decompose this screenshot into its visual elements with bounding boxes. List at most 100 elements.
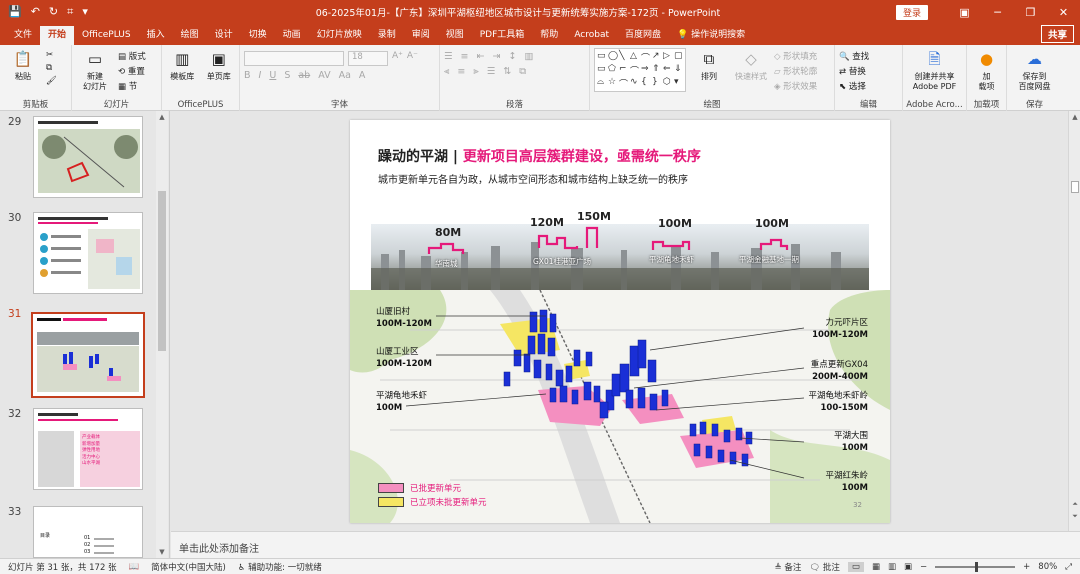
customize-icon[interactable]: ▾ <box>82 5 88 19</box>
shape-outline-button[interactable]: ▱ 形状轮廓 <box>774 65 817 77</box>
change-case-icon[interactable]: Aa <box>339 70 351 81</box>
bullets-icon[interactable]: ☰ <box>444 51 453 62</box>
ribbon-display-icon[interactable]: ▣ <box>948 6 981 19</box>
format-painter-icon[interactable]: ⌗ <box>67 5 73 19</box>
save-to-baidu-button[interactable]: ☁ 保存到 百度网盘 <box>1011 48 1058 92</box>
font-shrink-icon[interactable]: A⁻ <box>407 51 418 66</box>
tab-help[interactable]: 帮助 <box>532 26 566 45</box>
align-right-icon[interactable]: ⫸ <box>473 66 478 77</box>
notes-pane[interactable]: 单击此处添加备注 <box>171 531 1080 558</box>
next-slide-icon[interactable]: ⏷ <box>1070 512 1080 521</box>
tab-draw[interactable]: 绘图 <box>173 26 207 45</box>
scrollbar-thumb[interactable] <box>1071 181 1079 193</box>
restore-icon[interactable]: ❐ <box>1014 6 1047 19</box>
share-button[interactable]: 共享 <box>1040 25 1074 43</box>
tab-baidu[interactable]: 百度网盘 <box>617 26 669 45</box>
tab-review[interactable]: 审阅 <box>404 26 438 45</box>
redo-icon[interactable]: ↻ <box>49 5 58 19</box>
notes-toggle-button[interactable]: ≜ 备注 <box>775 561 802 573</box>
normal-view-icon[interactable]: ▭ <box>847 561 864 572</box>
cut-icon[interactable]: ✂ <box>46 50 57 60</box>
slide-sorter-icon[interactable]: ▦ <box>872 562 880 572</box>
find-button[interactable]: 🔍 查找 <box>839 50 869 62</box>
new-slide-button[interactable]: ▭ 新建 幻灯片 <box>76 48 114 92</box>
fit-to-window-icon[interactable]: ⤢ <box>1065 562 1072 572</box>
scroll-up-icon[interactable]: ▲ <box>1070 113 1080 121</box>
tab-file[interactable]: 文件 <box>6 26 40 45</box>
columns-icon[interactable]: ▥ <box>524 51 533 62</box>
replace-button[interactable]: ⇄ 替换 <box>839 65 869 77</box>
comments-toggle-button[interactable]: 🗨 批注 <box>809 561 840 573</box>
shapes-gallery[interactable]: ▭ ◯ ╲ △ ⌒ ↗ ▷ ▢ ▭ ⬠ ⌐ ⌒ ⇒ ⇑ ⇐ ⇓ ⌓ ☆ ⌒ ∿{} ⬡ ▾ <box>594 48 686 92</box>
format-painter-icon[interactable]: 🖌 <box>46 76 57 86</box>
template-library-button[interactable]: ▥ 模板库 <box>166 48 199 82</box>
thumbnail-image[interactable]: 产业载体 新增加量 弹性用地 活力中心 山水平湖 <box>33 408 143 490</box>
shape-fill-button[interactable]: ◇ 形状填充 <box>774 50 817 62</box>
underline-icon[interactable]: U <box>269 70 276 81</box>
tab-insert[interactable]: 插入 <box>139 26 173 45</box>
tab-officeplus[interactable]: OfficePLUS <box>74 26 139 45</box>
text-direction-icon[interactable]: ⇅ <box>503 66 511 77</box>
tab-pdf-toolbox[interactable]: PDF工具箱 <box>472 26 533 45</box>
thumbnail-image[interactable] <box>31 312 145 398</box>
align-center-icon[interactable]: ≡ <box>457 66 465 77</box>
zoom-level[interactable]: 80% <box>1038 562 1057 572</box>
slideshow-icon[interactable]: ▣ <box>904 562 912 572</box>
notes-placeholder[interactable]: 单击此处添加备注 <box>179 540 259 555</box>
slide-scrollbar[interactable]: ▲ ⏶ ⏷ <box>1068 111 1080 531</box>
save-icon[interactable]: 💾 <box>8 5 22 19</box>
tab-home[interactable]: 开始 <box>40 26 75 45</box>
char-spacing-icon[interactable]: AV <box>318 70 330 81</box>
font-size-input[interactable]: 18 <box>348 51 388 66</box>
thumbnail-image[interactable] <box>33 116 143 198</box>
slide-canvas[interactable]: 躁动的平湖 | 更新项目高层簇群建设，亟需统一秩序 城市更新单元各自为政，从城市… <box>350 120 890 523</box>
bold-icon[interactable]: B <box>244 70 251 81</box>
smartart-icon[interactable]: ⧉ <box>519 66 526 77</box>
slide-subtitle[interactable]: 城市更新单元各自为政，从城市空间形态和城市结构上缺乏统一的秩序 <box>378 171 688 186</box>
scroll-up-icon[interactable]: ▲ <box>157 113 167 121</box>
font-name-input[interactable] <box>244 51 344 66</box>
align-left-icon[interactable]: ⫷ <box>444 66 449 77</box>
decrease-indent-icon[interactable]: ⇤ <box>477 51 485 62</box>
undo-icon[interactable]: ↶ <box>31 5 40 19</box>
paste-button[interactable]: 📋 粘贴 <box>4 48 42 82</box>
single-page-library-button[interactable]: ▣ 单页库 <box>203 48 236 82</box>
accessibility-status[interactable]: ♿ 辅助功能: 一切就绪 <box>238 561 322 573</box>
layout-button[interactable]: ▤ 版式 <box>118 50 146 62</box>
line-spacing-icon[interactable]: ↕ <box>508 51 516 62</box>
arrange-button[interactable]: ⧉ 排列 <box>690 48 728 82</box>
zoom-slider-knob[interactable] <box>975 561 979 572</box>
login-button[interactable]: 登录 <box>895 4 928 20</box>
slide-title[interactable]: 躁动的平湖 | 更新项目高层簇群建设，亟需统一秩序 <box>378 146 701 166</box>
increase-indent-icon[interactable]: ⇥ <box>492 51 500 62</box>
font-color-icon[interactable]: A <box>359 70 366 81</box>
tab-view[interactable]: 视图 <box>438 26 472 45</box>
minimize-icon[interactable]: ─ <box>981 6 1014 19</box>
justify-icon[interactable]: ☰ <box>487 66 496 77</box>
thumbnail-image[interactable]: 目录 01 02 03 <box>33 506 143 558</box>
tab-slideshow[interactable]: 幻灯片放映 <box>309 26 370 45</box>
zoom-out-icon[interactable]: − <box>920 562 927 572</box>
strikethrough-icon[interactable]: ab <box>298 70 310 81</box>
italic-icon[interactable]: I <box>259 70 262 81</box>
scroll-down-icon[interactable]: ▼ <box>157 548 167 556</box>
tab-design[interactable]: 设计 <box>207 26 241 45</box>
thumbnail-scrollbar[interactable]: ▲ ▼ <box>156 111 168 558</box>
tab-transitions[interactable]: 切换 <box>241 26 275 45</box>
quick-styles-button[interactable]: ◇ 快速样式 <box>732 48 770 82</box>
thumbnail-image[interactable] <box>33 212 143 294</box>
create-share-pdf-button[interactable]: 🗎 创建并共享 Adobe PDF <box>907 48 962 92</box>
previous-slide-icon[interactable]: ⏶ <box>1070 500 1080 509</box>
close-icon[interactable]: ✕ <box>1047 6 1080 19</box>
zoom-in-icon[interactable]: + <box>1023 562 1030 572</box>
addins-button[interactable]: ● 加 载项 <box>971 48 1002 92</box>
section-button[interactable]: ▦ 节 <box>118 80 146 92</box>
shape-effects-button[interactable]: ◈ 形状效果 <box>774 80 817 92</box>
reading-view-icon[interactable]: ▥ <box>888 562 896 572</box>
select-button[interactable]: ⬉ 选择 <box>839 80 869 92</box>
tab-animations[interactable]: 动画 <box>275 26 309 45</box>
scrollbar-thumb[interactable] <box>158 191 166 351</box>
language-indicator[interactable]: 简体中文(中国大陆) <box>151 561 226 573</box>
proofing-icon[interactable]: 📖 <box>129 562 140 572</box>
reset-button[interactable]: ⟲ 重置 <box>118 65 146 77</box>
